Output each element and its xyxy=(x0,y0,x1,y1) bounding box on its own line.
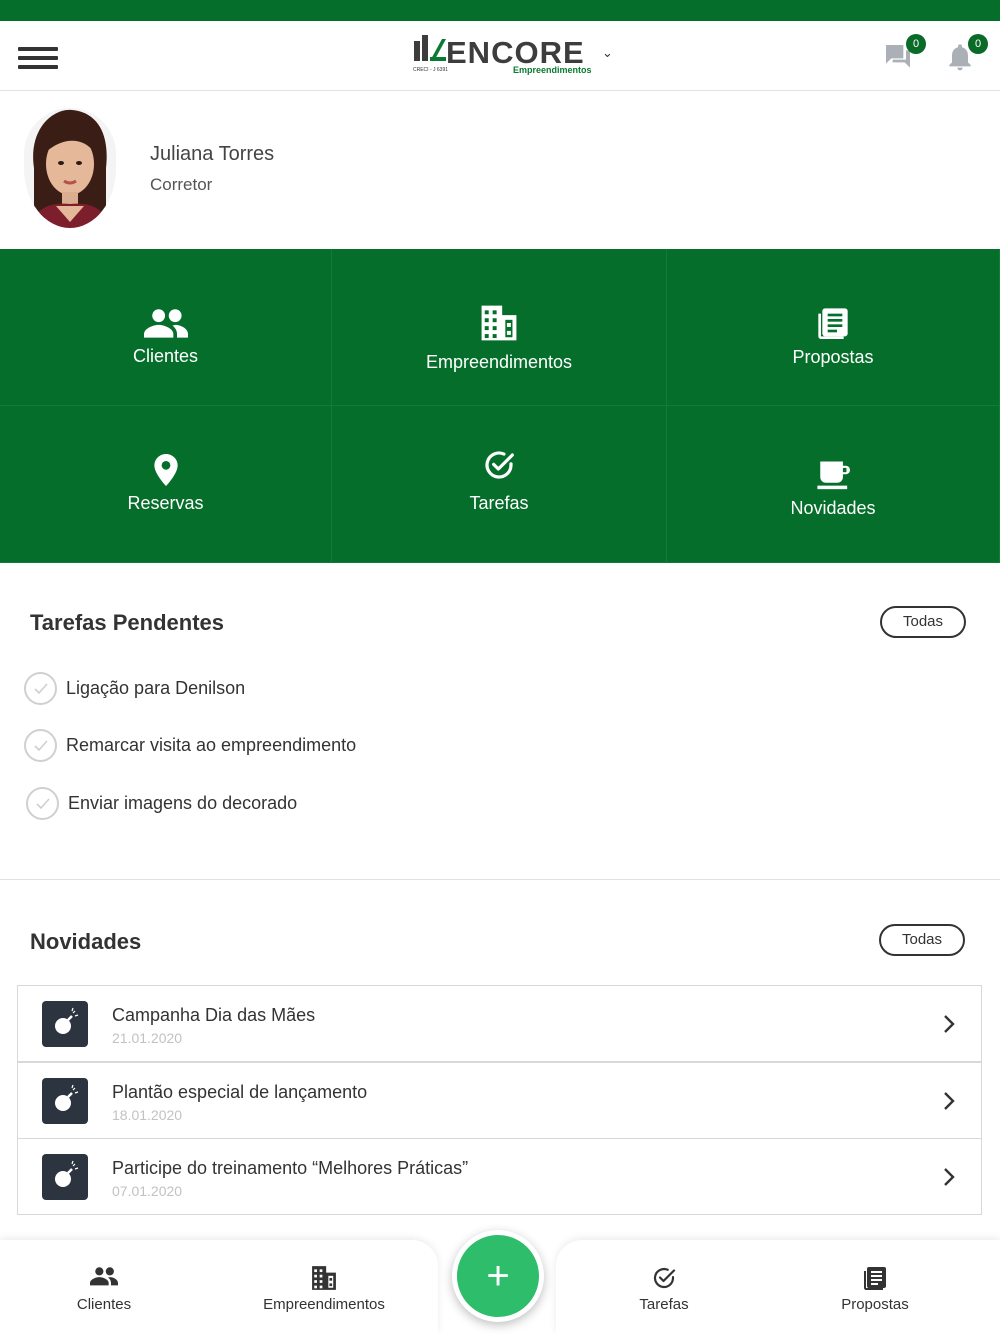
document-icon xyxy=(818,308,848,339)
hamburger-menu-icon[interactable] xyxy=(18,47,58,69)
section-divider xyxy=(0,879,1000,880)
task-item[interactable]: Ligação para Denilson xyxy=(24,672,424,706)
people-icon xyxy=(143,309,188,338)
notifications-button[interactable]: 0 xyxy=(944,34,988,73)
task-item[interactable]: Enviar imagens do decorado xyxy=(26,787,426,821)
news-title: Campanha Dia das Mães xyxy=(112,1005,316,1025)
task-text: Enviar imagens do decorado xyxy=(68,793,298,813)
profile-role: Corretor xyxy=(150,175,213,194)
nav-empreendimentos[interactable]: Empreendimentos xyxy=(250,1240,398,1334)
nav-clientes[interactable]: Clientes xyxy=(40,1240,168,1334)
check-circle-icon xyxy=(653,1267,676,1289)
check-circle-icon[interactable] xyxy=(24,672,57,705)
news-all-button[interactable]: Todas xyxy=(879,924,965,956)
brand-logo-selector[interactable]: ENCORE CRECI - J 6391 Empreendimentos ⌄ xyxy=(412,33,613,77)
tile-tarefas[interactable]: Tarefas xyxy=(332,406,667,563)
profile-name: Juliana Torres xyxy=(150,143,275,165)
nav-label: Tarefas xyxy=(639,1296,689,1313)
news-title: Plantão especial de lançamento xyxy=(112,1082,368,1102)
news-date: 18.01.2020 xyxy=(112,1107,183,1123)
tile-label: Propostas xyxy=(792,347,874,367)
tile-label: Clientes xyxy=(132,346,199,366)
news-date: 21.01.2020 xyxy=(112,1030,183,1046)
tasks-all-button[interactable]: Todas xyxy=(880,606,966,638)
plus-icon: + xyxy=(486,1254,510,1298)
encore-logo-mark-icon xyxy=(414,35,446,61)
nav-propostas[interactable]: Propostas xyxy=(811,1240,939,1334)
nav-tarefas[interactable]: Tarefas xyxy=(600,1240,728,1334)
nav-label: Propostas xyxy=(841,1296,909,1313)
nav-label: Clientes xyxy=(76,1296,132,1313)
check-circle-icon xyxy=(485,451,514,479)
document-icon xyxy=(864,1267,886,1290)
check-circle-icon[interactable] xyxy=(24,729,57,762)
news-item[interactable]: Participe do treinamento “Melhores Práti… xyxy=(17,1138,982,1215)
tile-label: Reservas xyxy=(127,493,204,513)
task-text: Remarcar visita ao empreendimento xyxy=(66,735,357,755)
tile-label: Empreendimentos xyxy=(425,352,573,372)
bottom-nav-right: Tarefas Propostas xyxy=(556,1240,1000,1334)
news-date: 07.01.2020 xyxy=(112,1183,183,1199)
building-icon xyxy=(312,1266,336,1290)
news-item[interactable]: Plantão especial de lançamento 18.01.202… xyxy=(17,1062,982,1139)
building-icon xyxy=(481,305,517,341)
bomb-icon xyxy=(42,1078,88,1124)
news-title: Participe do treinamento “Melhores Práti… xyxy=(112,1158,469,1178)
news-item[interactable]: Campanha Dia das Mães 21.01.2020 xyxy=(17,985,982,1062)
tile-label: Tarefas xyxy=(469,493,529,513)
bomb-icon xyxy=(42,1001,88,1047)
brand-creci: CRECI - J 6391 xyxy=(413,67,449,73)
tile-empreendimentos[interactable]: Empreendimentos xyxy=(332,249,667,406)
tile-novidades[interactable]: Novidades xyxy=(667,406,1000,563)
app-header: ENCORE CRECI - J 6391 Empreendimentos ⌄ … xyxy=(0,21,1000,91)
status-bar xyxy=(0,0,1000,21)
chat-count-badge: 0 xyxy=(906,34,926,54)
chat-button[interactable]: 0 xyxy=(882,34,926,73)
task-item[interactable]: Remarcar visita ao empreendimento xyxy=(24,729,424,763)
chevron-down-icon[interactable]: ⌄ xyxy=(602,45,613,61)
tile-clientes[interactable]: Clientes xyxy=(0,249,332,406)
tasks-section-title: Tarefas Pendentes xyxy=(30,610,225,635)
brand-subtitle: Empreendimentos xyxy=(513,65,592,75)
coffee-icon xyxy=(817,461,850,490)
people-icon xyxy=(90,1267,118,1286)
bomb-icon xyxy=(42,1154,88,1200)
chevron-right-icon xyxy=(944,1015,955,1033)
chevron-right-icon xyxy=(944,1092,955,1110)
check-circle-icon[interactable] xyxy=(26,787,59,820)
nav-label: Empreendimentos xyxy=(263,1296,385,1313)
chevron-right-icon xyxy=(944,1168,955,1186)
add-button[interactable]: + xyxy=(452,1230,544,1322)
task-text: Ligação para Denilson xyxy=(66,678,246,698)
profile-card: Juliana Torres Corretor xyxy=(0,91,1000,249)
bottom-navigation: Clientes Empreendimentos + Tarefas Propo… xyxy=(0,1230,1000,1334)
bottom-nav-left: Clientes Empreendimentos xyxy=(0,1240,438,1334)
tile-label: Novidades xyxy=(790,498,876,518)
location-pin-icon xyxy=(153,454,178,486)
news-section-title: Novidades xyxy=(30,929,142,954)
avatar[interactable] xyxy=(24,108,116,228)
notification-count-badge: 0 xyxy=(968,34,988,54)
tile-propostas[interactable]: Propostas xyxy=(667,249,1000,406)
shortcut-grid: Clientes Empreendimentos Propostas Reser… xyxy=(0,249,1000,563)
tile-reservas[interactable]: Reservas xyxy=(0,406,332,563)
